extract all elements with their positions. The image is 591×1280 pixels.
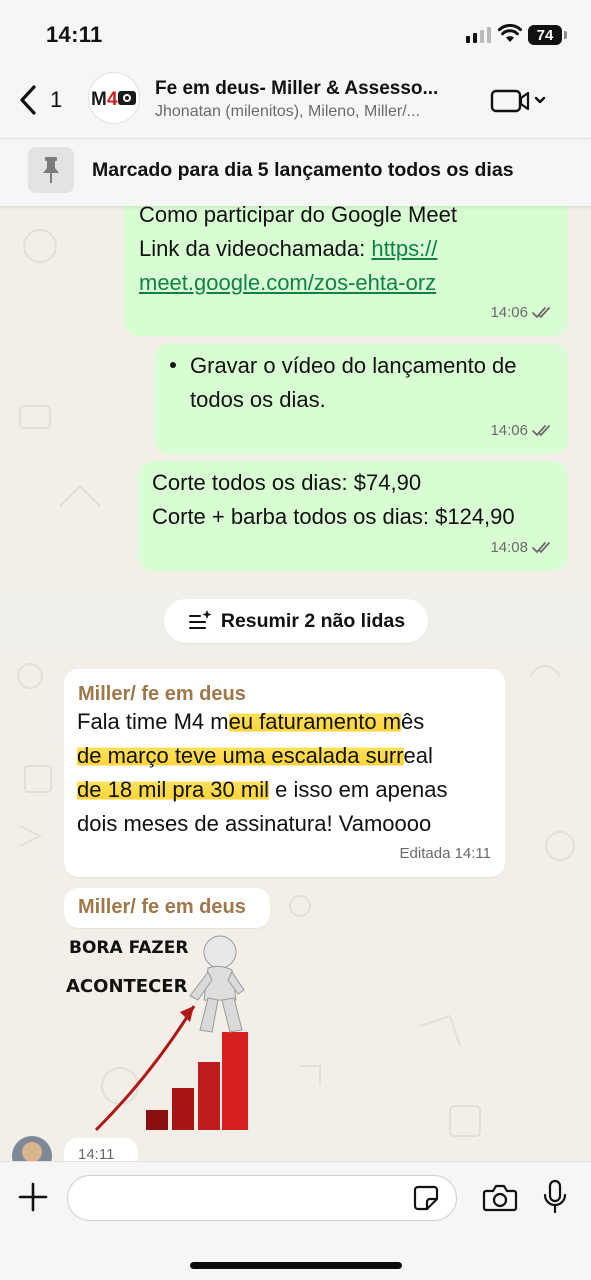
double-check-icon bbox=[532, 542, 550, 554]
microphone-icon[interactable] bbox=[542, 1179, 568, 1215]
message-time: Editada 14:11 bbox=[399, 845, 491, 862]
sticker-icon[interactable] bbox=[412, 1184, 440, 1212]
m4-logo-icon: M 4 bbox=[91, 89, 136, 110]
message-meta: Editada 14:11 bbox=[400, 837, 491, 871]
meet-link[interactable]: meet.google.com/zos-ehta-orz bbox=[139, 266, 457, 300]
video-call-icon[interactable] bbox=[490, 88, 548, 114]
home-indicator[interactable] bbox=[190, 1262, 402, 1269]
back-chevron-icon[interactable] bbox=[16, 84, 42, 116]
message-text-span: ês bbox=[401, 709, 425, 734]
message-line: Gravar o vídeo do lançamento de bbox=[170, 349, 517, 383]
sender-label-bubble: Miller/ fe em deus bbox=[64, 888, 270, 928]
battery-icon: 74 bbox=[528, 25, 567, 45]
svg-text:4: 4 bbox=[107, 89, 118, 110]
message-line: Link da videochamada: https:// bbox=[139, 232, 457, 266]
highlighted-text: eu faturamento m bbox=[228, 709, 402, 734]
message-time: 14:11 bbox=[78, 1146, 115, 1161]
summarize-label: Resumir 2 não lidas bbox=[220, 609, 406, 632]
message-text: Gravar o vídeo do lançamento de todos os… bbox=[170, 349, 517, 417]
sticker-time-bubble: 14:11 bbox=[64, 1138, 138, 1161]
meet-link[interactable]: https:// bbox=[371, 236, 437, 261]
svg-text:M: M bbox=[91, 89, 107, 110]
message-meta: 14:06 bbox=[490, 414, 554, 448]
outgoing-message-meet[interactable]: Como participar do Google Meet Link da v… bbox=[124, 206, 568, 336]
summarize-unread-button[interactable]: Resumir 2 não lidas bbox=[164, 599, 428, 643]
double-check-icon bbox=[532, 425, 550, 437]
chat-area: Como participar do Google Meet Link da v… bbox=[0, 206, 591, 1161]
double-check-icon bbox=[532, 307, 550, 319]
message-line: de março teve uma escalada surreal bbox=[77, 739, 448, 773]
sticker-message[interactable]: BORA FAZER ACONTECER bbox=[62, 934, 262, 1134]
status-time: 14:11 bbox=[46, 22, 103, 47]
camera-icon[interactable] bbox=[482, 1183, 518, 1213]
back-unread-count[interactable]: 1 bbox=[50, 87, 62, 113]
plus-icon[interactable] bbox=[18, 1182, 48, 1212]
cellular-signal-icon bbox=[466, 27, 491, 43]
message-time: 14:06 bbox=[490, 422, 528, 439]
pin-icon bbox=[28, 147, 74, 193]
message-line: Fala time M4 meu faturamento mês bbox=[77, 705, 448, 739]
message-text-span: Fala time M4 m bbox=[77, 709, 229, 734]
incoming-message-revenue[interactable]: Miller/ fe em deus Fala time M4 meu fatu… bbox=[64, 669, 505, 877]
sender-name[interactable]: Miller/ fe em deus bbox=[78, 893, 246, 921]
growth-chart-figure-icon bbox=[94, 935, 248, 1132]
message-text-span: eal bbox=[403, 743, 433, 768]
message-line: Corte todos os dias: $74,90 bbox=[152, 470, 422, 495]
message-text-span: e isso em apenas bbox=[268, 777, 448, 802]
status-bar: 14:11 74 bbox=[0, 0, 591, 62]
group-avatar[interactable]: M 4 bbox=[88, 72, 140, 124]
group-members[interactable]: Jhonatan (milenitos), Mileno, Miller/... bbox=[155, 103, 420, 121]
message-line: Como participar do Google Meet bbox=[139, 206, 457, 227]
highlighted-text: de março teve uma escalada surr bbox=[77, 743, 404, 768]
outgoing-message-bullet[interactable]: Gravar o vídeo do lançamento de todos os… bbox=[154, 344, 568, 454]
message-meta: 14:08 bbox=[490, 531, 554, 565]
message-line: dois meses de assinatura! Vamoooo bbox=[77, 811, 432, 836]
sparkle-list-icon bbox=[188, 610, 212, 629]
bullet-point bbox=[170, 362, 176, 369]
pinned-text: Marcado para dia 5 lançamento todos os d… bbox=[92, 159, 514, 181]
message-text: Corte todos os dias: $74,90 Corte + barb… bbox=[152, 466, 515, 534]
group-title[interactable]: Fe em deus- Miller & Assesso... bbox=[155, 78, 438, 100]
message-line: todos os dias. bbox=[190, 387, 326, 412]
wifi-icon bbox=[498, 24, 522, 42]
outgoing-message-prices[interactable]: Corte todos os dias: $74,90 Corte + barb… bbox=[138, 461, 568, 571]
message-input[interactable] bbox=[67, 1175, 457, 1221]
message-text-span: Link da videochamada: bbox=[139, 236, 372, 261]
message-meta: 14:06 bbox=[490, 296, 554, 330]
chat-header: 1 M 4 Fe em deus- Miller & Assesso... Jh… bbox=[0, 62, 591, 138]
message-time: 14:08 bbox=[490, 539, 528, 556]
message-text-span: Gravar o vídeo do lançamento de bbox=[190, 353, 517, 378]
message-text: Como participar do Google Meet Link da v… bbox=[139, 206, 457, 300]
highlighted-text: de 18 mil pra 30 mil bbox=[77, 777, 269, 802]
message-line: Corte + barba todos os dias: $124,90 bbox=[152, 504, 515, 529]
message-time: 14:06 bbox=[490, 304, 528, 321]
pinned-message-banner[interactable]: Marcado para dia 5 lançamento todos os d… bbox=[0, 138, 591, 206]
message-text: Fala time M4 meu faturamento mês de març… bbox=[77, 705, 448, 841]
message-line: de 18 mil pra 30 mil e isso em apenas bbox=[77, 773, 448, 807]
